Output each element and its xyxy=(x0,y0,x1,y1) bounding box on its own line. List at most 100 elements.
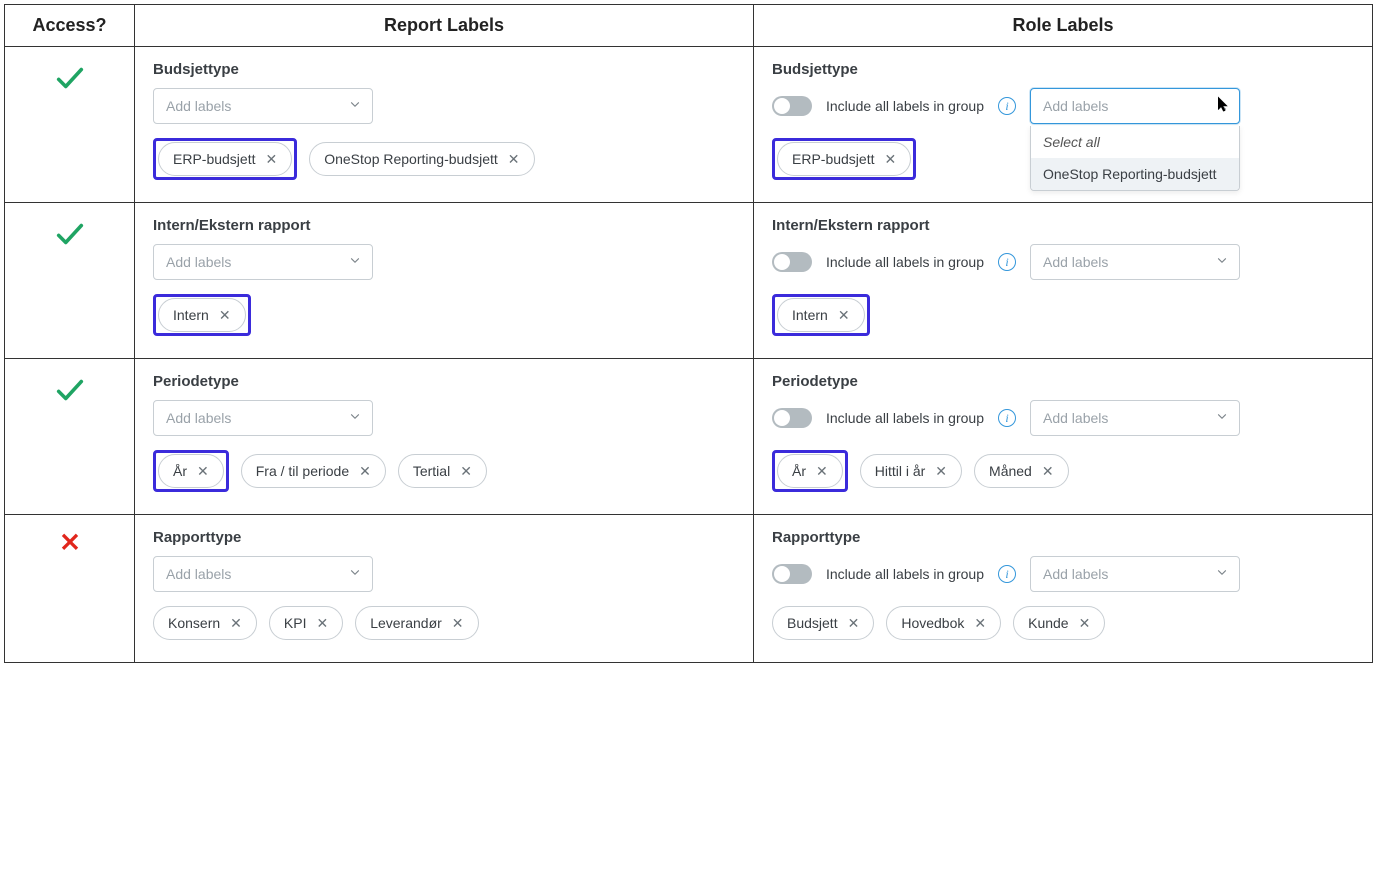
info-icon[interactable]: i xyxy=(998,565,1016,583)
chevron-down-icon xyxy=(348,98,362,115)
chips-row: Intern ✕ xyxy=(772,294,1354,336)
include-all-toggle[interactable] xyxy=(772,564,812,584)
close-icon[interactable]: ✕ xyxy=(316,616,328,630)
label-chip[interactable]: Hittil i år ✕ xyxy=(860,454,962,488)
close-icon[interactable]: ✕ xyxy=(460,464,472,478)
chip-label: Tertial xyxy=(413,463,450,479)
check-icon xyxy=(53,394,87,410)
chip-label: ERP-budsjett xyxy=(173,151,255,167)
label-chip[interactable]: Tertial ✕ xyxy=(398,454,487,488)
add-labels-select[interactable]: Add labels xyxy=(1030,400,1240,436)
access-cell xyxy=(5,515,135,663)
chevron-down-icon xyxy=(1215,410,1229,427)
close-icon[interactable]: ✕ xyxy=(265,152,277,166)
chips-row: År✕Fra / til periode✕Tertial✕ xyxy=(153,450,735,492)
label-chip[interactable]: År ✕ xyxy=(777,454,843,488)
label-chip[interactable]: KPI ✕ xyxy=(269,606,343,640)
close-icon[interactable]: ✕ xyxy=(359,464,371,478)
chips-row: År✕Hittil i år✕Måned✕ xyxy=(772,450,1354,492)
table-row: BudsjettypeAdd labelsERP-budsjett✕OneSto… xyxy=(5,47,1373,203)
dropdown-option-selectall[interactable]: Select all xyxy=(1031,126,1239,158)
close-icon[interactable]: ✕ xyxy=(974,616,986,630)
label-chip[interactable]: Fra / til periode✕ xyxy=(241,454,386,488)
chip-label: År xyxy=(173,463,187,479)
chips-row: ERP-budsjett✕OneStop Reporting-budsjett✕ xyxy=(153,138,735,180)
group-title: Intern/Ekstern rapport xyxy=(153,217,735,234)
include-all-label: Include all labels in group xyxy=(826,566,984,582)
header-report: Report Labels xyxy=(135,5,754,47)
select-placeholder: Add labels xyxy=(166,254,231,270)
close-icon[interactable]: ✕ xyxy=(452,616,464,630)
close-icon[interactable]: ✕ xyxy=(1079,616,1091,630)
close-icon[interactable]: ✕ xyxy=(838,308,850,322)
chip-label: Konsern xyxy=(168,615,220,631)
label-chip[interactable]: Leverandør✕ xyxy=(355,606,478,640)
label-chip[interactable]: Kunde✕ xyxy=(1013,606,1105,640)
add-labels-select[interactable]: Add labels xyxy=(153,88,373,124)
highlight-box: ERP-budsjett ✕ xyxy=(153,138,297,180)
chip-label: ERP-budsjett xyxy=(792,151,874,167)
include-all-toggle[interactable] xyxy=(772,96,812,116)
close-icon[interactable]: ✕ xyxy=(219,308,231,322)
add-labels-select[interactable]: Add labels xyxy=(1030,244,1240,280)
select-placeholder: Add labels xyxy=(1043,410,1108,426)
label-chip[interactable]: ERP-budsjett ✕ xyxy=(158,142,292,176)
info-icon[interactable]: i xyxy=(998,97,1016,115)
close-icon[interactable]: ✕ xyxy=(848,616,860,630)
add-labels-select[interactable]: Add labels xyxy=(153,556,373,592)
close-icon[interactable]: ✕ xyxy=(197,464,209,478)
chevron-down-icon xyxy=(348,254,362,271)
add-labels-select[interactable]: Add labels xyxy=(1030,556,1240,592)
chevron-down-icon xyxy=(1215,566,1229,583)
controls-row: Include all labels in groupiAdd labelsSe… xyxy=(772,88,1354,124)
highlight-box: Intern ✕ xyxy=(772,294,870,336)
group-title: Budsjettype xyxy=(772,61,1354,78)
table-row: PeriodetypeAdd labelsÅr✕Fra / til period… xyxy=(5,359,1373,515)
label-chip[interactable]: Hovedbok ✕ xyxy=(886,606,1001,640)
label-chip[interactable]: ERP-budsjett ✕ xyxy=(777,142,911,176)
label-chip[interactable]: Budsjett ✕ xyxy=(772,606,874,640)
info-icon[interactable]: i xyxy=(998,253,1016,271)
header-role: Role Labels xyxy=(754,5,1373,47)
info-icon[interactable]: i xyxy=(998,409,1016,427)
report-cell: PeriodetypeAdd labelsÅr✕Fra / til period… xyxy=(135,359,754,515)
dropdown-option[interactable]: OneStop Reporting-budsjett xyxy=(1031,158,1239,190)
chevron-down-icon xyxy=(1215,254,1229,271)
select-placeholder: Add labels xyxy=(1043,254,1108,270)
controls-row: Include all labels in groupiAdd labels xyxy=(772,400,1354,436)
add-labels-select[interactable]: Add labels xyxy=(153,400,373,436)
chip-label: Hittil i år xyxy=(875,463,926,479)
close-icon[interactable]: ✕ xyxy=(230,616,242,630)
close-icon[interactable]: ✕ xyxy=(508,152,520,166)
label-chip[interactable]: År ✕ xyxy=(158,454,224,488)
controls-row: Include all labels in group i Add labels xyxy=(772,556,1354,592)
chip-label: Budsjett xyxy=(787,615,838,631)
include-all-toggle[interactable] xyxy=(772,408,812,428)
close-icon[interactable]: ✕ xyxy=(816,464,828,478)
role-cell: BudsjettypeInclude all labels in groupiA… xyxy=(754,47,1373,203)
select-placeholder: Add labels xyxy=(166,98,231,114)
highlight-box: ERP-budsjett ✕ xyxy=(772,138,916,180)
label-chip[interactable]: OneStop Reporting-budsjett✕ xyxy=(309,142,534,176)
label-chip[interactable]: Konsern ✕ xyxy=(153,606,257,640)
add-labels-select[interactable]: Add labels xyxy=(153,244,373,280)
controls-row: Add labels xyxy=(153,88,735,124)
select-wrap: Add labelsSelect allOneStop Reporting-bu… xyxy=(1030,88,1240,124)
label-chip[interactable]: Måned✕ xyxy=(974,454,1069,488)
chevron-down-icon xyxy=(1215,98,1229,115)
close-icon[interactable]: ✕ xyxy=(884,152,896,166)
label-chip[interactable]: Intern ✕ xyxy=(777,298,865,332)
chip-label: Intern xyxy=(792,307,828,323)
header-access: Access? xyxy=(5,5,135,47)
chip-label: KPI xyxy=(284,615,307,631)
close-icon[interactable]: ✕ xyxy=(1042,464,1054,478)
check-icon xyxy=(53,238,87,254)
close-icon[interactable]: ✕ xyxy=(935,464,947,478)
include-all-toggle[interactable] xyxy=(772,252,812,272)
chips-row: Konsern✕KPI✕Leverandør✕ xyxy=(153,606,735,640)
add-labels-select[interactable]: Add labels xyxy=(1030,88,1240,124)
label-chip[interactable]: Intern✕ xyxy=(158,298,246,332)
chip-label: År xyxy=(792,463,806,479)
chip-label: Hovedbok xyxy=(901,615,964,631)
controls-row: Add labels xyxy=(153,244,735,280)
